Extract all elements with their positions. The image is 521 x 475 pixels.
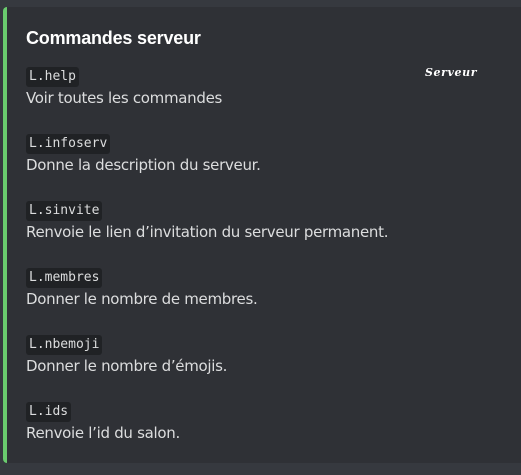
embed-title: Commandes serveur — [26, 28, 201, 48]
command-field-infoserv: L.infoserv Donne la description du serve… — [26, 132, 496, 175]
command-description: Donne la description du serveur. — [26, 156, 261, 174]
command-description: Donner le nombre d’émojis. — [26, 357, 228, 375]
command-description: Voir toutes les commandes — [26, 89, 223, 107]
command-field-nbemoji: L.nbemoji Donner le nombre d’émojis. — [26, 333, 496, 376]
command-description: Renvoie l’id du salon. — [26, 424, 180, 442]
command-code: L.ids — [26, 402, 72, 422]
command-field-sinvite: L.sinvite Renvoie le lien d’invitation d… — [26, 199, 496, 242]
command-field-ids: L.ids Renvoie l’id du salon. — [26, 400, 496, 443]
help-embed: Commandes serveur Serveur L.help Voir to… — [3, 7, 521, 463]
command-description: Renvoie le lien d’invitation du serveur … — [26, 223, 389, 241]
command-field-membres: L.membres Donner le nombre de membres. — [26, 266, 496, 309]
command-code: L.membres — [26, 268, 103, 288]
command-code: L.help — [26, 67, 79, 87]
command-code: L.sinvite — [26, 201, 103, 221]
command-field-help: L.help Voir toutes les commandes — [26, 65, 496, 108]
command-code: L.infoserv — [26, 134, 111, 154]
command-code: L.nbemoji — [26, 335, 103, 355]
command-description: Donner le nombre de membres. — [26, 290, 258, 308]
embed-accent-bar — [3, 7, 7, 463]
